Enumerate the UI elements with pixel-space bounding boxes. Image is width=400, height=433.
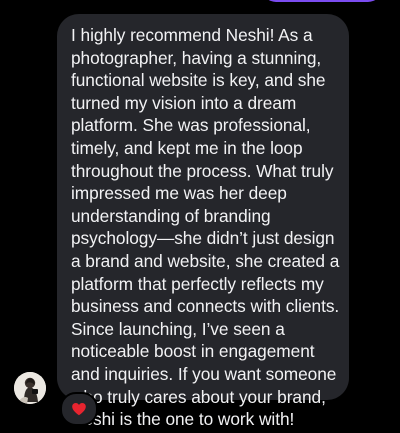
message-text-line: platform. She was professional, xyxy=(71,115,311,136)
message-text-line: photographer, having a stunning, xyxy=(71,47,322,68)
heart-icon xyxy=(72,403,86,416)
message-text-line: I highly recommend Neshi! As a xyxy=(71,25,313,45)
message-text-line: a brand and website, she created a xyxy=(71,250,340,271)
message-text-line: platform that perfectly reflects my xyxy=(71,273,324,294)
message-text-line: noticeable boost in engagement xyxy=(71,341,315,362)
message-text-line: understanding of branding xyxy=(71,205,271,226)
message-text-line: functional website is key, and she xyxy=(71,70,326,91)
message-text-line: impressed me was her deep xyxy=(71,183,287,204)
message-text-line: psychology—she didn’t just design xyxy=(71,228,335,249)
reaction-badge[interactable] xyxy=(60,392,98,426)
message-row: I highly recommend Neshi! As a photograp… xyxy=(0,0,400,433)
message-text-line: and inquiries. If you want someone xyxy=(71,363,337,384)
message-bubble[interactable]: I highly recommend Neshi! As a photograp… xyxy=(57,14,349,429)
avatar-photo xyxy=(14,372,46,404)
message-text-line: turned my vision into a dream xyxy=(71,92,297,113)
message-text-line: Since launching, I’ve seen a xyxy=(71,318,285,339)
message-text-line: timely, and kept me in the loop xyxy=(71,137,303,158)
message-text-line: who truly cares about your brand, xyxy=(71,386,326,407)
message-text-line: throughout the process. What truly xyxy=(71,160,334,181)
message-text-line: Neshi is the one to work with! xyxy=(71,409,295,430)
message-text-line: business and connects with clients. xyxy=(71,296,340,317)
sender-avatar[interactable] xyxy=(14,372,46,404)
